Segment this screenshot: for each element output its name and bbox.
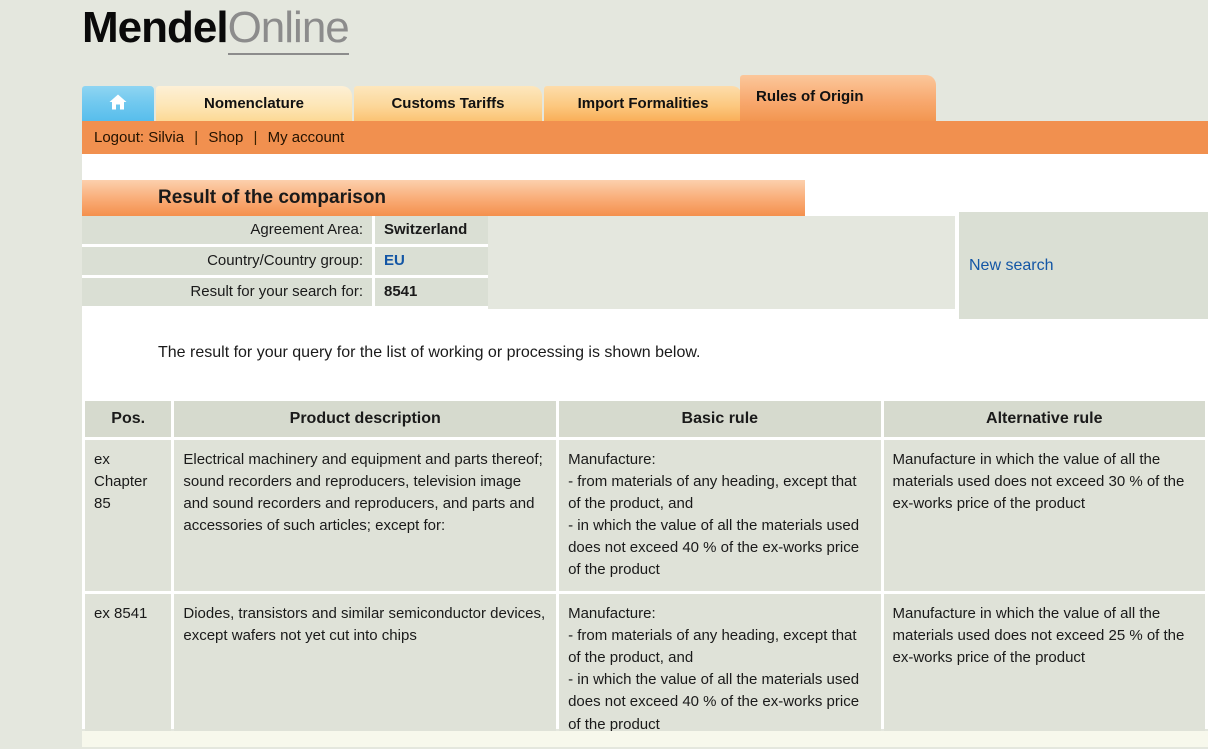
cell-alternative-rule: Manufacture in which the value of all th…	[883, 440, 1205, 592]
tab-customs-tariffs[interactable]: Customs Tariffs	[354, 86, 542, 122]
page-footer-strip	[82, 731, 1208, 747]
table-row: Country/Country group: EU	[82, 247, 955, 278]
cell-pos: ex Chapter 85	[85, 440, 172, 592]
tab-home[interactable]	[82, 86, 154, 122]
cell-pos: ex 8541	[85, 594, 172, 746]
table-row: Result for your search for: 8541	[82, 278, 955, 309]
agreement-area-label: Agreement Area:	[82, 216, 375, 247]
home-icon	[108, 94, 128, 112]
logo-word-primary: Mendel	[82, 3, 229, 52]
logo-text: MendelOnline	[82, 2, 350, 55]
search-term-label: Result for your search for:	[82, 278, 375, 309]
cell-product-description: Diodes, transistors and similar semicond…	[174, 594, 557, 746]
info-spacer	[488, 247, 955, 278]
user-menu-bar: Logout: Silvia | Shop | My account	[82, 121, 1208, 154]
info-spacer	[488, 278, 955, 309]
page-content: Result of the comparison Agreement Area:…	[82, 154, 1208, 746]
search-term-value: 8541	[375, 278, 488, 309]
column-header-basic-rule: Basic rule	[559, 401, 881, 437]
column-header-pos: Pos.	[85, 401, 172, 437]
table-row: Agreement Area: Switzerland	[82, 216, 955, 247]
column-header-alternative-rule: Alternative rule	[883, 401, 1205, 437]
logout-link[interactable]: Logout: Silvia	[94, 129, 184, 146]
country-group-link[interactable]: EU	[384, 252, 405, 269]
country-group-label: Country/Country group:	[82, 247, 375, 278]
cell-basic-rule: Manufacture: - from materials of any hea…	[559, 440, 881, 592]
my-account-link[interactable]: My account	[268, 129, 345, 146]
intro-text: The result for your query for the list o…	[158, 344, 701, 361]
tab-rules-of-origin[interactable]: Rules of Origin	[740, 75, 936, 122]
column-header-product-description: Product description	[174, 401, 557, 437]
tab-rules-of-origin-label: Rules of Origin	[756, 88, 864, 105]
info-spacer	[488, 216, 955, 247]
page-title: Result of the comparison	[82, 180, 805, 216]
cell-product-description: Electrical machinery and equipment and p…	[174, 440, 557, 592]
rules-of-origin-results-table: Pos. Product description Basic rule Alte…	[82, 398, 1208, 749]
logo-word-secondary: Online	[227, 3, 350, 55]
cell-alternative-rule: Manufacture in which the value of all th…	[883, 594, 1205, 746]
menu-separator-2: |	[253, 129, 258, 146]
tab-customs-tariffs-label: Customs Tariffs	[391, 95, 505, 112]
site-logo[interactable]: MendelOnline	[82, 2, 350, 62]
cell-basic-rule: Manufacture: - from materials of any hea…	[559, 594, 881, 746]
tab-nomenclature[interactable]: Nomenclature	[156, 86, 352, 122]
country-group-value: EU	[375, 247, 488, 278]
new-search-panel: New search	[955, 212, 1208, 319]
tab-import-formalities[interactable]: Import Formalities	[544, 86, 742, 122]
shop-link[interactable]: Shop	[208, 129, 243, 146]
table-header-row: Pos. Product description Basic rule Alte…	[85, 401, 1205, 437]
table-row: ex 8541 Diodes, transistors and similar …	[85, 594, 1205, 746]
search-summary-table: Agreement Area: Switzerland Country/Coun…	[82, 216, 955, 309]
tab-nomenclature-label: Nomenclature	[203, 95, 305, 112]
agreement-area-value: Switzerland	[375, 216, 488, 247]
menu-separator-1: |	[194, 129, 199, 146]
table-row: ex Chapter 85 Electrical machinery and e…	[85, 440, 1205, 592]
new-search-link[interactable]: New search	[969, 257, 1053, 275]
main-navigation-tabs: Nomenclature Customs Tariffs Import Form…	[0, 64, 1208, 122]
tab-import-formalities-label: Import Formalities	[577, 95, 709, 112]
